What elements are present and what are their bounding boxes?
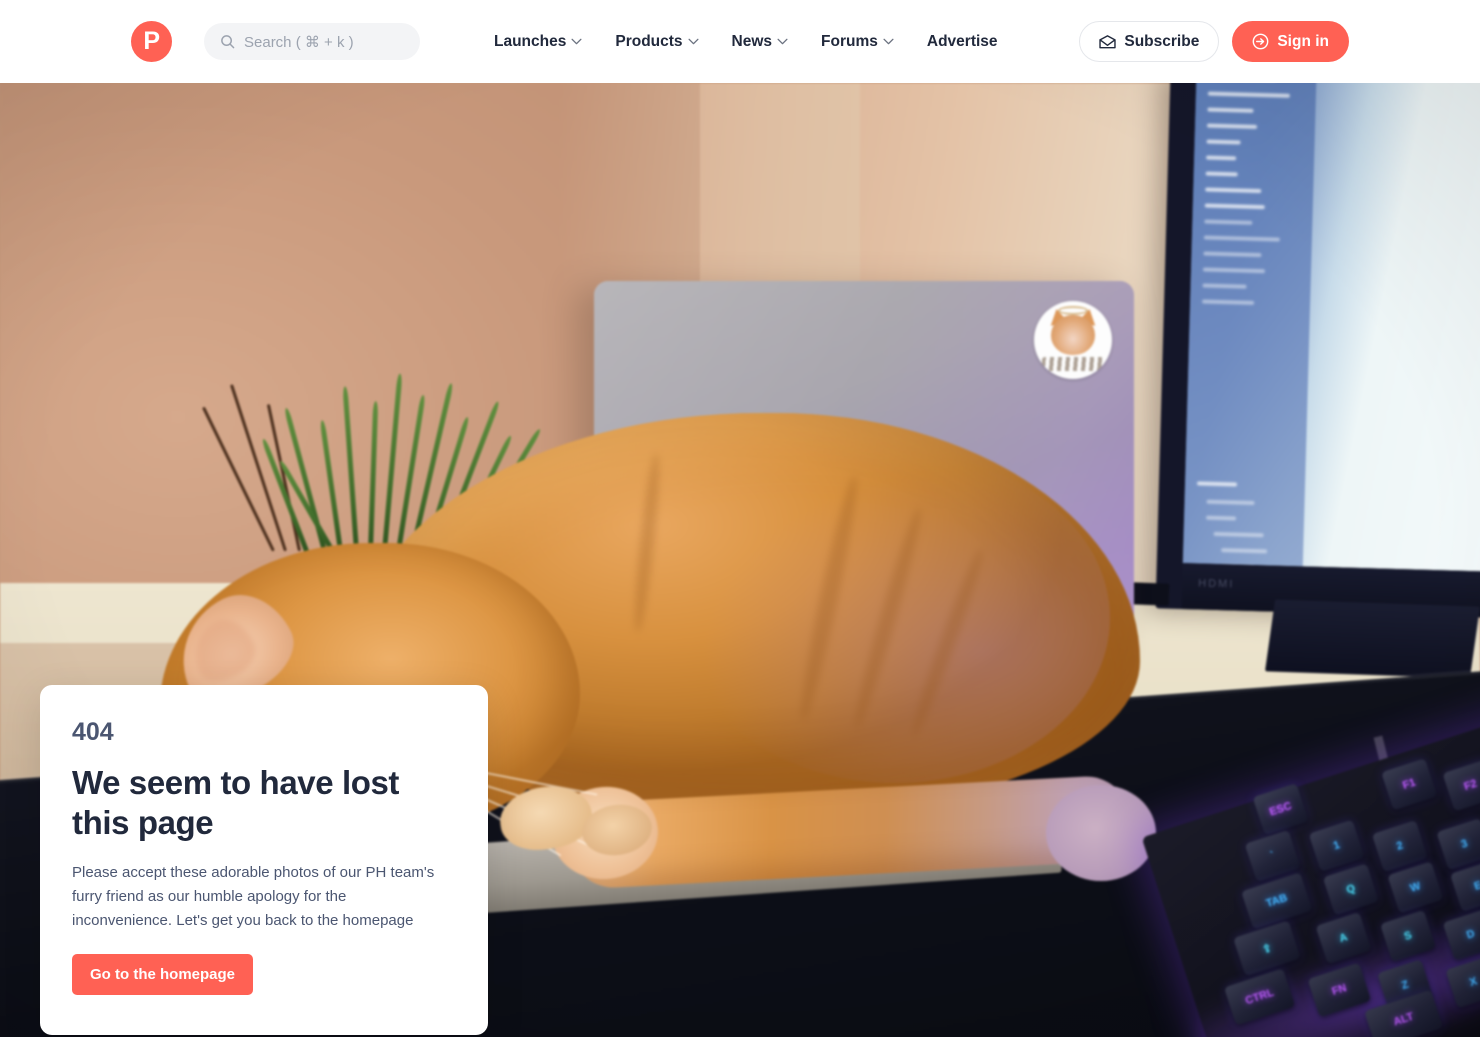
- nav-label-advertise: Advertise: [926, 32, 998, 50]
- monitor-stand: [1265, 599, 1480, 679]
- go-to-homepage-button[interactable]: Go to the homepage: [72, 953, 254, 995]
- header-actions: Subscribe Sign in: [1079, 21, 1349, 62]
- sign-in-label: Sign in: [1277, 32, 1329, 50]
- error-description: Please accept these adorable photos of o…: [72, 863, 435, 929]
- cat-tail-end: [1046, 785, 1156, 881]
- hdmi-cable-plug: [1130, 582, 1170, 606]
- nav-item-forums[interactable]: Forums: [821, 33, 894, 51]
- search-placeholder: Search ( ⌘ + k ): [244, 33, 354, 51]
- nav-label-products: Products: [615, 32, 683, 50]
- nav-item-news[interactable]: News: [732, 33, 789, 51]
- nav-item-products[interactable]: Products: [615, 32, 699, 51]
- design-tool-layers-panel: [1182, 83, 1317, 570]
- logo-letter: P: [143, 27, 160, 55]
- site-header: P Search ( ⌘ + k ) Launches Products New…: [0, 0, 1480, 83]
- nav-label-launches: Launches: [494, 32, 567, 50]
- sign-in-button[interactable]: Sign in: [1232, 21, 1349, 62]
- cat-sticker: [1034, 301, 1112, 379]
- product-hunt-logo[interactable]: P: [131, 21, 172, 62]
- subscribe-button[interactable]: Subscribe: [1079, 21, 1220, 62]
- envelope-icon: [1099, 34, 1117, 48]
- search-icon: [221, 35, 235, 49]
- nav-item-launches[interactable]: Launches: [494, 33, 582, 51]
- nav-item-advertise[interactable]: Advertise: [927, 33, 998, 51]
- search-input[interactable]: Search ( ⌘ + k ): [204, 23, 420, 60]
- error-code: 404: [72, 718, 114, 746]
- external-monitor: HDMI: [1155, 83, 1480, 618]
- error-card: 404 We seem to have lost this page Pleas…: [40, 685, 488, 1035]
- chevron-down-icon: [571, 38, 582, 45]
- error-title: We seem to have lost this page: [72, 764, 400, 841]
- nav-label-news: News: [731, 32, 773, 50]
- hdmi-port-label: HDMI: [1198, 577, 1235, 591]
- main-navigation: Launches Products News Forums Advertise: [494, 0, 998, 83]
- chevron-down-icon: [883, 38, 894, 45]
- chevron-down-icon: [777, 38, 788, 45]
- nav-label-forums: Forums: [821, 32, 878, 50]
- sign-in-arrow-icon: [1252, 33, 1269, 50]
- chevron-down-icon: [688, 38, 699, 45]
- monitor-screen: [1182, 83, 1480, 572]
- subscribe-label: Subscribe: [1124, 32, 1200, 50]
